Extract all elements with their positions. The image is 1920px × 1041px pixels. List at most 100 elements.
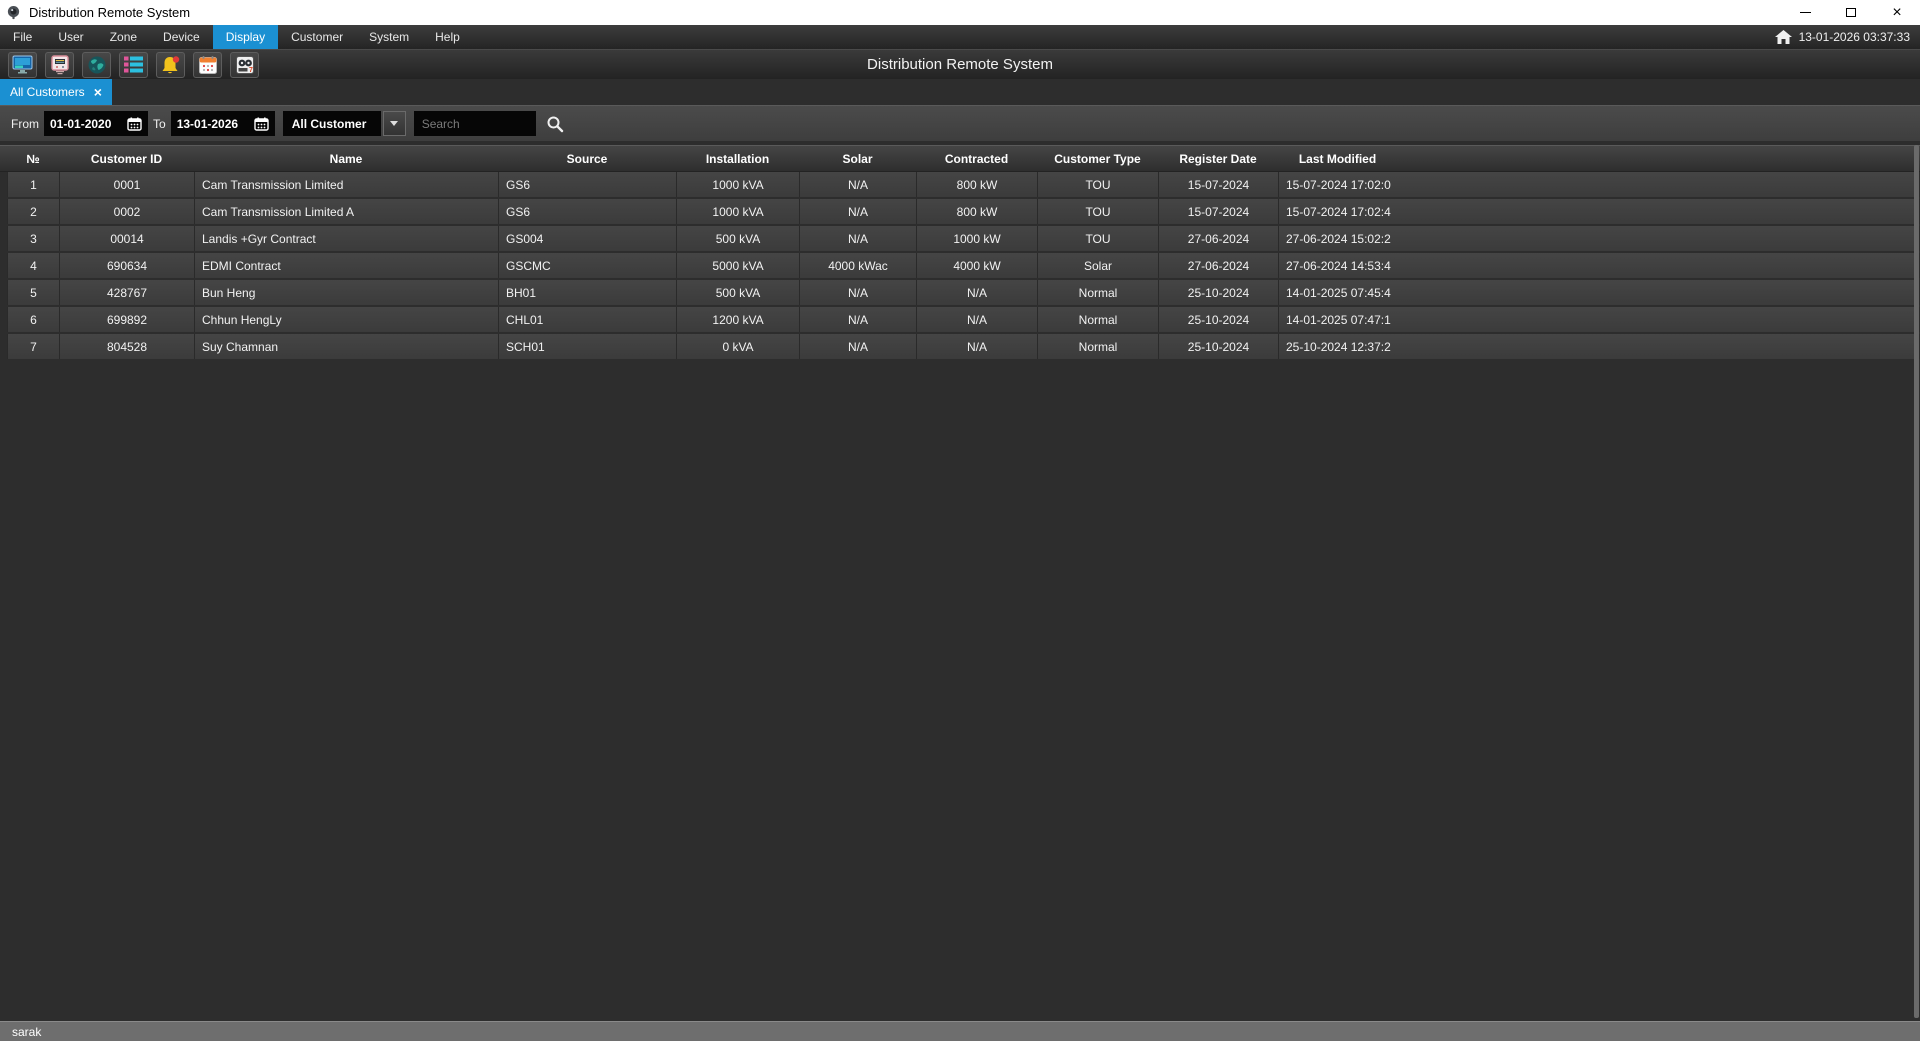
column-header[interactable]: Installation bbox=[676, 152, 799, 166]
map-globe-button[interactable] bbox=[82, 52, 111, 78]
table-cell: 500 kVA bbox=[676, 280, 799, 305]
menu-item-user[interactable]: User bbox=[45, 25, 96, 49]
table-cell: Suy Chamnan bbox=[194, 334, 498, 359]
table-cell: Normal bbox=[1037, 307, 1158, 332]
column-header[interactable]: Customer Type bbox=[1037, 152, 1158, 166]
table-cell: 1000 kVA bbox=[676, 199, 799, 224]
table-cell: 1000 kW bbox=[916, 226, 1037, 251]
table-cell: Landis +Gyr Contract bbox=[194, 226, 498, 251]
list-view-icon bbox=[123, 55, 144, 74]
table-cell: 1200 kVA bbox=[676, 307, 799, 332]
tab-all-customers[interactable]: All Customers × bbox=[0, 79, 112, 105]
list-view-button[interactable] bbox=[119, 52, 148, 78]
column-header[interactable]: Solar bbox=[799, 152, 916, 166]
customer-type-dropdown-button[interactable] bbox=[383, 111, 406, 136]
maximize-icon bbox=[1846, 8, 1856, 17]
menu-item-help[interactable]: Help bbox=[422, 25, 473, 49]
table-cell: 7 bbox=[7, 334, 59, 359]
table-cell: 14-01-2025 07:47:1 bbox=[1278, 307, 1397, 332]
table-cell: 00014 bbox=[59, 226, 194, 251]
display-view-icon bbox=[12, 55, 33, 74]
vertical-scrollbar[interactable] bbox=[1914, 145, 1919, 1018]
table-cell: Bun Heng bbox=[194, 280, 498, 305]
table-cell: TOU bbox=[1037, 199, 1158, 224]
menu-item-customer[interactable]: Customer bbox=[278, 25, 356, 49]
table-cell: 5 bbox=[7, 280, 59, 305]
from-date-field[interactable]: 01-01-2020 bbox=[44, 111, 148, 136]
table-cell: GS004 bbox=[498, 226, 676, 251]
table-cell: N/A bbox=[799, 307, 916, 332]
table-cell: 27-06-2024 bbox=[1158, 253, 1278, 278]
home-icon[interactable] bbox=[1775, 30, 1792, 45]
table-row[interactable]: 4690634EDMI ContractGSCMC5000 kVA4000 kW… bbox=[7, 253, 1920, 278]
table-row[interactable]: 7804528Suy ChamnanSCH010 kVAN/AN/ANormal… bbox=[7, 334, 1920, 359]
table-cell: 5000 kVA bbox=[676, 253, 799, 278]
maximize-button[interactable] bbox=[1828, 0, 1874, 25]
menu-item-display[interactable]: Display bbox=[213, 25, 278, 49]
table-cell: 4 bbox=[7, 253, 59, 278]
svg-text:7: 7 bbox=[249, 67, 253, 74]
table-row[interactable]: 5428767Bun HengBH01500 kVAN/AN/ANormal25… bbox=[7, 280, 1920, 305]
menu-item-file[interactable]: File bbox=[0, 25, 45, 49]
table-cell: EDMI Contract bbox=[194, 253, 498, 278]
close-button[interactable]: × bbox=[1874, 0, 1920, 25]
table-cell: TOU bbox=[1037, 172, 1158, 197]
table-row[interactable]: 6699892Chhun HengLyCHL011200 kVAN/AN/ANo… bbox=[7, 307, 1920, 332]
table-cell: 27-06-2024 bbox=[1158, 226, 1278, 251]
table-cell: 25-10-2024 bbox=[1158, 334, 1278, 359]
table-cell: Cam Transmission Limited bbox=[194, 172, 498, 197]
meter-device-button[interactable] bbox=[45, 52, 74, 78]
alerts-button[interactable] bbox=[156, 52, 185, 78]
table-cell: N/A bbox=[916, 334, 1037, 359]
meter-reading-button[interactable]: 7 bbox=[230, 52, 259, 78]
table-cell: 15-07-2024 17:02:4 bbox=[1278, 199, 1397, 224]
minimize-icon bbox=[1800, 12, 1811, 13]
alerts-bell-icon bbox=[160, 55, 181, 75]
table-cell: 25-10-2024 bbox=[1158, 307, 1278, 332]
menu-item-system[interactable]: System bbox=[356, 25, 422, 49]
column-header[interactable]: Customer ID bbox=[59, 152, 194, 166]
display-view-button[interactable] bbox=[8, 52, 37, 78]
search-input[interactable] bbox=[414, 111, 536, 136]
system-clock: 13-01-2026 03:37:33 bbox=[1799, 30, 1910, 44]
calendar-picker-icon[interactable] bbox=[254, 117, 269, 131]
column-header[interactable]: Last Modified bbox=[1278, 152, 1397, 166]
column-header[interactable]: Name bbox=[194, 152, 498, 166]
table-cell: 699892 bbox=[59, 307, 194, 332]
table-cell: GS6 bbox=[498, 172, 676, 197]
table-row[interactable]: 20002Cam Transmission Limited AGS61000 k… bbox=[7, 199, 1920, 224]
table-cell: 800 kW bbox=[916, 172, 1037, 197]
grid-header: №Customer IDNameSourceInstallationSolarC… bbox=[0, 145, 1920, 172]
map-globe-icon bbox=[87, 55, 107, 75]
to-date-field[interactable]: 13-01-2026 bbox=[171, 111, 275, 136]
table-cell: 800 kW bbox=[916, 199, 1037, 224]
menu-item-zone[interactable]: Zone bbox=[97, 25, 150, 49]
table-cell: Normal bbox=[1037, 334, 1158, 359]
table-cell: 6 bbox=[7, 307, 59, 332]
calendar-button[interactable] bbox=[193, 52, 222, 78]
minimize-button[interactable] bbox=[1782, 0, 1828, 25]
column-header[interactable]: № bbox=[7, 152, 59, 166]
app-icon bbox=[6, 5, 21, 20]
table-cell: Normal bbox=[1037, 280, 1158, 305]
tab-close-icon[interactable]: × bbox=[94, 85, 102, 99]
table-cell: 25-10-2024 12:37:2 bbox=[1278, 334, 1397, 359]
table-cell: GSCMC bbox=[498, 253, 676, 278]
customer-type-dropdown[interactable]: All Customer bbox=[283, 111, 381, 136]
table-row[interactable]: 300014Landis +Gyr ContractGS004500 kVAN/… bbox=[7, 226, 1920, 251]
column-header[interactable]: Register Date bbox=[1158, 152, 1278, 166]
table-cell: BH01 bbox=[498, 280, 676, 305]
search-button[interactable] bbox=[542, 111, 569, 136]
column-header[interactable]: Source bbox=[498, 152, 676, 166]
column-header[interactable]: Contracted bbox=[916, 152, 1037, 166]
table-cell: 4000 kWac bbox=[799, 253, 916, 278]
table-cell: 1 bbox=[7, 172, 59, 197]
table-row[interactable]: 10001Cam Transmission LimitedGS61000 kVA… bbox=[7, 172, 1920, 197]
table-cell: N/A bbox=[799, 226, 916, 251]
table-cell: N/A bbox=[799, 280, 916, 305]
table-cell: 15-07-2024 bbox=[1158, 199, 1278, 224]
menu-item-device[interactable]: Device bbox=[150, 25, 213, 49]
table-cell: N/A bbox=[799, 172, 916, 197]
calendar-picker-icon[interactable] bbox=[127, 117, 142, 131]
close-icon: × bbox=[1892, 5, 1901, 21]
